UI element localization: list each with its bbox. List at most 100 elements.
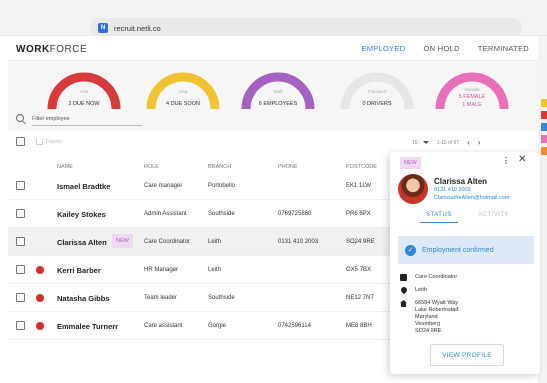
employee-phone: 0769725860: [278, 211, 312, 217]
new-badge: NEW: [400, 157, 421, 169]
employee-postcode: SO24 9RE: [346, 239, 375, 245]
browser-bar: N recruit.netli.co: [0, 0, 547, 38]
url-text: recruit.netli.co: [114, 23, 161, 33]
employee-postcode: ME8 8BH: [346, 323, 372, 329]
gauge-visa-due-now[interactable]: Visa 2 DUE NOW: [45, 69, 123, 113]
netlify-icon: N: [98, 23, 108, 33]
col-postcode[interactable]: POSTCODE: [346, 164, 377, 170]
employee-branch: Gorgie: [208, 323, 227, 329]
employee-name: Natasha Gibbs: [57, 294, 110, 303]
employee-branch: Leith: [208, 239, 222, 245]
employee-role: Admin Assistant: [144, 211, 187, 217]
gauge-title: Staff: [273, 89, 283, 94]
employee-branch: Leith: [208, 267, 222, 273]
edge-color-mark: [541, 111, 547, 119]
gauge-value: 6 EMPLOYEES: [258, 101, 298, 107]
col-phone[interactable]: PHONE: [278, 164, 298, 170]
employee-email-link[interactable]: ClarissatheAlten@hotmail.com: [434, 195, 509, 201]
check-circle-icon: ✓: [405, 244, 416, 256]
branch-info: Leith: [399, 285, 530, 297]
branch-text: Leith: [415, 287, 427, 293]
employee-role: HR Manager: [144, 267, 179, 273]
employee-name: Emmalee Turnerr: [57, 322, 119, 331]
export-icon: [36, 139, 43, 145]
employee-postcode: OX5 7BX: [346, 267, 372, 273]
employee-name: Clarissa Alten: [434, 177, 488, 186]
gauge-value: 0 DRIVERS: [362, 101, 392, 107]
close-icon[interactable]: ✕: [518, 154, 526, 165]
edge-color-mark: [541, 147, 547, 155]
col-branch[interactable]: BRANCH: [208, 164, 231, 170]
tab-status[interactable]: STATUS: [420, 212, 458, 223]
filter-row: [8, 111, 538, 131]
location-pin-icon: [399, 285, 409, 295]
filter-employee-input[interactable]: [32, 112, 142, 126]
export-button[interactable]: Export: [36, 139, 62, 145]
address-line: Maryland: [415, 314, 438, 320]
address-line: 66584 Wyatt Way: [415, 300, 459, 306]
row-checkbox[interactable]: [16, 293, 25, 302]
col-role[interactable]: ROLE: [144, 164, 159, 170]
employee-postcode: EK1 1LW: [346, 183, 371, 189]
status-text: Employment confirmed: [422, 246, 494, 254]
employee-phone: 0742596114: [278, 323, 311, 329]
chevron-left-icon[interactable]: ‹: [467, 138, 470, 147]
employee-branch: Southside: [208, 211, 235, 217]
employment-status-banner: ✓ Employment confirmed: [398, 236, 534, 264]
employee-postcode: PR6 6PX: [346, 211, 371, 217]
employee-name: Kerri Barber: [57, 266, 101, 275]
tab-employed[interactable]: EMPLOYED: [352, 40, 415, 62]
employee-role: Care manager: [144, 183, 183, 189]
address-line: Veumberg: [415, 321, 441, 327]
employee-phone: 0131 410 2003: [278, 239, 319, 245]
gauge-transport[interactable]: Transport 0 DRIVERS: [338, 69, 416, 113]
gauge-staff[interactable]: Staff 6 EMPLOYEES: [239, 69, 317, 113]
tab-activity[interactable]: ACTIVITY: [478, 212, 509, 222]
row-checkbox[interactable]: [16, 209, 25, 218]
gauge-title: Visa: [178, 89, 188, 94]
address-line: SO24 9RE: [415, 328, 442, 334]
employee-branch: Portobello: [208, 183, 236, 189]
row-checkbox[interactable]: [16, 181, 25, 190]
pagination: 10 1-10 of 67 ‹ ›: [412, 138, 480, 147]
panel-tabs: STATUS ACTIVITY: [390, 210, 540, 226]
gauge-value-male: 1 MALE: [462, 102, 482, 108]
employee-name: Clarissa Alten: [57, 238, 107, 247]
page-size-select[interactable]: 10: [412, 140, 429, 146]
row-checkbox[interactable]: [16, 321, 25, 330]
page-size-value: 10: [412, 139, 418, 146]
tab-terminated[interactable]: TERMINATED: [469, 40, 538, 62]
tab-on-hold[interactable]: ON HOLD: [415, 40, 469, 62]
page-range: 1-10 of 67: [436, 139, 460, 146]
new-badge: NEW: [112, 234, 133, 248]
alert-dot-icon: [36, 322, 44, 330]
gauge-value: 2 DUE NOW: [68, 101, 100, 107]
view-profile-button[interactable]: VIEW PROFILE: [430, 344, 504, 366]
briefcase-icon: [400, 274, 407, 281]
gauge-visa-due-soon[interactable]: Visa 4 DUE SOON: [144, 69, 222, 113]
gauge-value-female: 5 FEMALE: [458, 94, 486, 100]
chevron-right-icon[interactable]: ›: [478, 138, 481, 147]
search-icon: [16, 114, 24, 122]
status-nav: EMPLOYED ON HOLD TERMINATED: [352, 40, 538, 62]
employee-postcode: NE12 7NT: [346, 295, 375, 301]
employee-branch: Southside: [208, 295, 235, 301]
more-options-icon[interactable]: ⋮: [502, 156, 510, 165]
gauge-gender[interactable]: Gender 5 FEMALE 1 MALE: [433, 69, 511, 113]
address-bar[interactable]: N recruit.netli.co: [90, 18, 522, 38]
role-info: Care Coordinator: [400, 274, 530, 284]
row-checkbox[interactable]: [16, 265, 25, 274]
gauge-title: Gender: [464, 87, 480, 92]
row-checkbox[interactable]: [16, 237, 25, 246]
col-name[interactable]: NAME: [57, 164, 73, 170]
avatar: [398, 174, 428, 204]
export-label: Export: [46, 139, 62, 145]
edge-color-mark: [541, 123, 547, 131]
select-all-checkbox[interactable]: [16, 137, 25, 146]
employee-phone-link[interactable]: 0131 410 2003: [434, 187, 471, 193]
employee-name: Ismael Bradtke: [57, 182, 111, 191]
employee-name: Kailey Stokes: [57, 210, 106, 219]
gauge-title: Transport: [367, 89, 387, 94]
employee-role: Care Coordinator: [144, 239, 191, 245]
role-text: Care Coordinator: [415, 274, 458, 280]
